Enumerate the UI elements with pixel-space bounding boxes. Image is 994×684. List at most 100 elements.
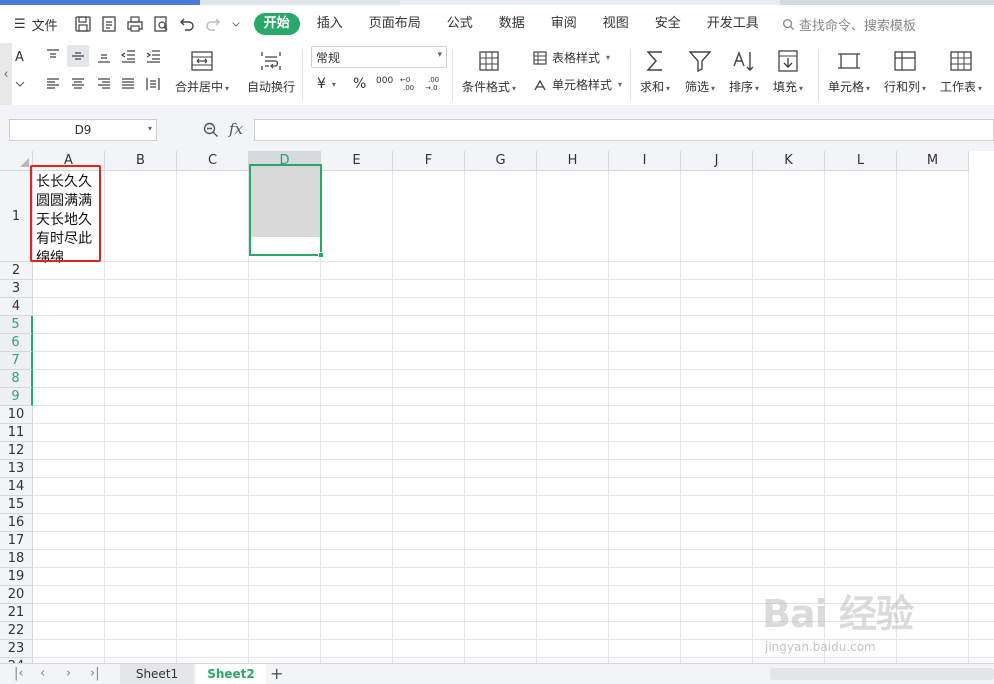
column-header-e[interactable]: E bbox=[321, 151, 393, 171]
first-sheet-icon[interactable]: |‹ bbox=[14, 666, 24, 681]
horizontal-scrollbar[interactable] bbox=[770, 668, 994, 680]
command-search[interactable]: 查找命令、搜索模板 bbox=[782, 15, 916, 34]
row-header-23[interactable]: 23 bbox=[0, 640, 33, 658]
tab-security[interactable]: 安全 bbox=[642, 13, 694, 35]
filter-button[interactable]: 筛选 ▾ bbox=[685, 48, 715, 95]
row-header-7[interactable]: 7 bbox=[0, 352, 33, 370]
row-header-14[interactable]: 14 bbox=[0, 478, 33, 496]
tab-insert[interactable]: 插入 bbox=[304, 13, 356, 35]
export-pdf-icon[interactable] bbox=[100, 15, 118, 33]
tab-developer[interactable]: 开发工具 bbox=[694, 13, 772, 35]
sheet-tab-sheet1[interactable]: Sheet1 bbox=[120, 664, 194, 684]
row-header-1[interactable]: 1 bbox=[0, 171, 33, 262]
sheet-tab-sheet2[interactable]: Sheet2 bbox=[196, 664, 266, 684]
merge-center-button[interactable]: 合并居中 ▾ bbox=[175, 48, 229, 95]
conditional-format-label: 条件格式 bbox=[462, 80, 511, 94]
next-sheet-icon[interactable]: › bbox=[66, 666, 71, 681]
row-header-10[interactable]: 10 bbox=[0, 406, 33, 424]
decrease-indent-icon[interactable] bbox=[120, 48, 136, 64]
row-header-5[interactable]: 5 bbox=[0, 316, 33, 334]
sort-button[interactable]: 排序 ▾ bbox=[729, 48, 759, 95]
column-header-f[interactable]: F bbox=[393, 151, 465, 171]
currency-button[interactable]: ¥ ▾ bbox=[317, 76, 336, 92]
print-preview-icon[interactable] bbox=[152, 15, 170, 33]
worksheet-button[interactable]: 工作表 ▾ bbox=[940, 48, 982, 95]
align-bottom-icon[interactable] bbox=[96, 48, 112, 64]
fill-button[interactable]: 填充 ▾ bbox=[773, 48, 803, 95]
row-header-18[interactable]: 18 bbox=[0, 550, 33, 568]
table-style-button[interactable]: 表格样式 ▾ bbox=[532, 49, 610, 66]
formula-input[interactable] bbox=[254, 119, 994, 141]
increase-decimal-icon[interactable]: ←0.00 bbox=[400, 75, 420, 91]
cell-style-button[interactable]: 单元格样式 ▾ bbox=[532, 76, 622, 93]
row-header-12[interactable]: 12 bbox=[0, 442, 33, 460]
redo-icon[interactable] bbox=[204, 15, 222, 33]
fill-handle[interactable] bbox=[318, 252, 324, 258]
conditional-format-button[interactable]: 条件格式 ▾ bbox=[462, 48, 516, 95]
tab-view[interactable]: 视图 bbox=[590, 13, 642, 35]
row-header-13[interactable]: 13 bbox=[0, 460, 33, 478]
number-format-select[interactable]: 常规 ▾ bbox=[311, 46, 447, 68]
row-header-22[interactable]: 22 bbox=[0, 622, 33, 640]
align-center-icon[interactable] bbox=[70, 76, 86, 92]
column-header-k[interactable]: K bbox=[753, 151, 825, 171]
distributed-align-icon[interactable] bbox=[145, 76, 161, 92]
tab-page-layout[interactable]: 页面布局 bbox=[356, 13, 434, 35]
last-sheet-icon[interactable]: ›| bbox=[90, 666, 100, 681]
row-header-11[interactable]: 11 bbox=[0, 424, 33, 442]
column-header-c[interactable]: C bbox=[177, 151, 249, 171]
print-icon[interactable] bbox=[126, 15, 144, 33]
tab-home[interactable]: 开始 bbox=[253, 13, 300, 35]
font-size-icon[interactable]: A bbox=[14, 48, 30, 64]
formula-bar: D9 ▾ fx bbox=[0, 105, 994, 151]
percent-button[interactable]: % bbox=[353, 76, 366, 92]
tab-formulas[interactable]: 公式 bbox=[434, 13, 486, 35]
undo-icon[interactable] bbox=[178, 15, 196, 33]
row-header-9[interactable]: 9 bbox=[0, 388, 33, 406]
increase-indent-icon[interactable] bbox=[145, 48, 161, 64]
row-header-20[interactable]: 20 bbox=[0, 586, 33, 604]
column-header-j[interactable]: J bbox=[681, 151, 753, 171]
row-column-button[interactable]: 行和列 ▾ bbox=[884, 48, 926, 95]
row-header-8[interactable]: 8 bbox=[0, 370, 33, 388]
row-header-19[interactable]: 19 bbox=[0, 568, 33, 586]
insert-function-button[interactable]: fx bbox=[229, 120, 243, 138]
tab-data[interactable]: 数据 bbox=[486, 13, 538, 35]
zoom-search-icon[interactable] bbox=[202, 121, 220, 139]
column-header-b[interactable]: B bbox=[105, 151, 177, 171]
row-header-6[interactable]: 6 bbox=[0, 334, 33, 352]
column-header-h[interactable]: H bbox=[537, 151, 609, 171]
cell-button[interactable]: 单元格 ▾ bbox=[828, 48, 870, 95]
save-icon[interactable] bbox=[74, 15, 92, 33]
thousands-separator-button[interactable]: 000 bbox=[376, 76, 393, 86]
column-header-g[interactable]: G bbox=[465, 151, 537, 171]
prev-sheet-icon[interactable]: ‹ bbox=[40, 666, 45, 681]
customize-toolbar-icon[interactable] bbox=[230, 15, 242, 33]
row-header-16[interactable]: 16 bbox=[0, 514, 33, 532]
row-header-21[interactable]: 21 bbox=[0, 604, 33, 622]
tab-review[interactable]: 审阅 bbox=[538, 13, 590, 35]
align-right-icon[interactable] bbox=[96, 76, 112, 92]
font-dropdown-icon[interactable] bbox=[14, 75, 26, 91]
decrease-decimal-icon[interactable]: .00→.0 bbox=[425, 75, 445, 91]
row-header-3[interactable]: 3 bbox=[0, 280, 33, 298]
name-box[interactable]: D9 ▾ bbox=[9, 119, 157, 141]
align-middle-icon[interactable] bbox=[70, 48, 86, 64]
row-header-15[interactable]: 15 bbox=[0, 496, 33, 514]
file-menu[interactable]: ☰ 文件 bbox=[0, 15, 68, 34]
sum-button[interactable]: 求和 ▾ bbox=[640, 48, 670, 95]
column-header-l[interactable]: L bbox=[825, 151, 897, 171]
align-top-icon[interactable] bbox=[45, 48, 61, 64]
align-left-icon[interactable] bbox=[45, 76, 61, 92]
add-sheet-button[interactable]: + bbox=[270, 664, 283, 684]
wrap-text-button[interactable]: 自动换行 bbox=[247, 48, 295, 95]
row-header-17[interactable]: 17 bbox=[0, 532, 33, 550]
row-header-4[interactable]: 4 bbox=[0, 298, 33, 316]
column-header-i[interactable]: I bbox=[609, 151, 681, 171]
row-header-2[interactable]: 2 bbox=[0, 262, 33, 280]
ribbon-scroll-left-button[interactable]: ‹ bbox=[0, 43, 12, 105]
column-header-m[interactable]: M bbox=[897, 151, 969, 171]
justify-icon[interactable] bbox=[120, 76, 136, 92]
filter-label: 筛选 bbox=[685, 80, 710, 94]
select-all-corner[interactable] bbox=[0, 151, 33, 171]
